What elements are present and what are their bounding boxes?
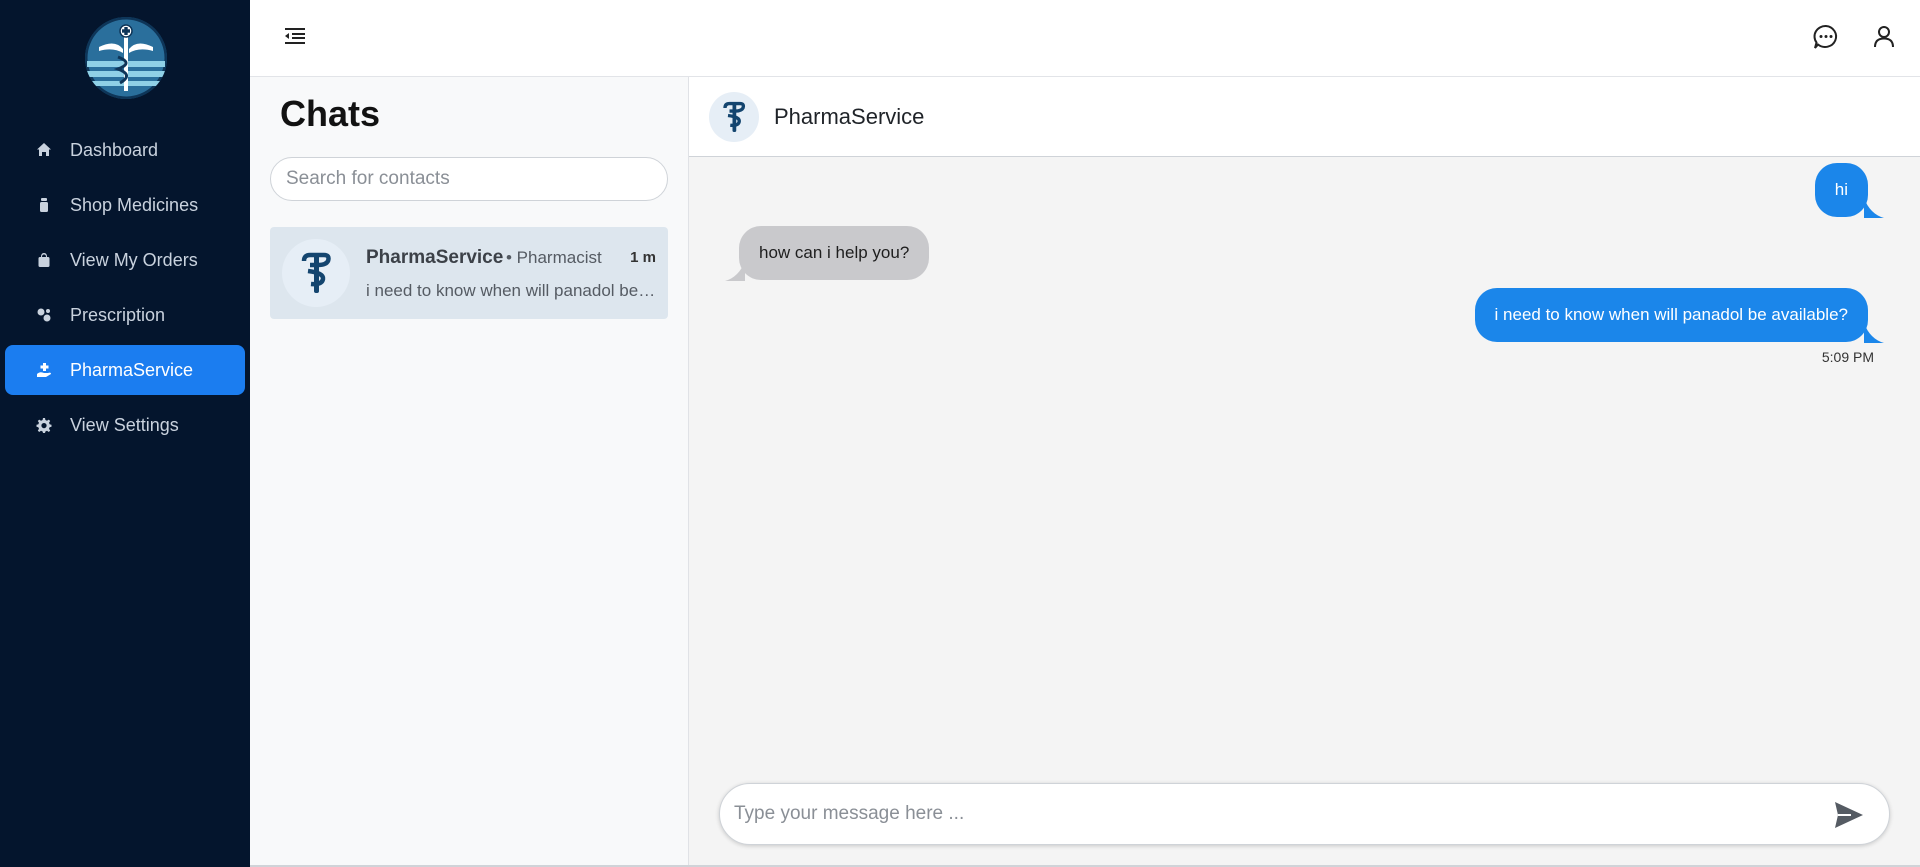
home-icon	[35, 141, 53, 159]
message-text: how can i help you?	[759, 243, 910, 262]
sidebar-item-view-my-orders[interactable]: View My Orders	[5, 235, 245, 285]
message-bubble-outgoing: hi	[1814, 163, 1868, 217]
sidebar-nav: Dashboard Shop Medicines View My Orders …	[5, 125, 245, 455]
shopping-bag-icon	[35, 251, 53, 269]
chats-title: Chats	[280, 93, 381, 134]
sidebar-item-label: Dashboard	[70, 139, 159, 160]
search-contacts-input[interactable]	[270, 157, 668, 201]
pharmacy-app: Dashboard Shop Medicines View My Orders …	[0, 0, 1920, 867]
caduceus-icon	[301, 252, 331, 293]
pills-icon	[35, 306, 53, 324]
caduceus-logo[interactable]	[85, 17, 167, 99]
sidebar-item-label: View My Orders	[70, 249, 198, 270]
message-composer	[719, 783, 1890, 845]
avatar	[709, 92, 759, 142]
sidebar-item-label: Prescription	[70, 304, 166, 325]
contact-list-item[interactable]: PharmaService • Pharmacist 1 m i need to…	[270, 227, 668, 319]
contact-time: 1 m	[630, 249, 656, 266]
sidebar-item-dashboard[interactable]: Dashboard	[5, 125, 245, 175]
sidebar-item-label: PharmaService	[70, 359, 194, 380]
conversation-panel: PharmaService hi how can i help you? i n…	[689, 77, 1920, 865]
sidebar-item-label: Shop Medicines	[70, 194, 199, 215]
avatar	[282, 239, 350, 307]
contact-name: PharmaService	[366, 247, 504, 268]
caduceus-icon	[723, 101, 746, 132]
gear-icon	[35, 416, 53, 434]
contact-last-message: i need to know when will panadol be avai…	[366, 281, 656, 300]
message-input[interactable]	[734, 794, 1814, 834]
conversation-contact-name: PharmaService	[774, 104, 925, 129]
sidebar-item-pharmaservice[interactable]: PharmaService	[5, 345, 245, 395]
sidebar: Dashboard Shop Medicines View My Orders …	[0, 0, 250, 867]
sidebar-item-shop-medicines[interactable]: Shop Medicines	[5, 180, 245, 230]
bubble-tail	[1864, 323, 1884, 343]
sidebar-item-label: View Settings	[70, 414, 179, 435]
bubble-tail	[1864, 198, 1884, 218]
message-timestamp: 5:09 PM	[1821, 349, 1874, 365]
medicine-bottle-icon	[35, 196, 53, 214]
contact-role: • Pharmacist	[506, 248, 602, 267]
menu-indent-icon[interactable]	[284, 26, 306, 46]
message-text: hi	[1834, 180, 1848, 199]
message-text: i need to know when will panadol be avai…	[1494, 305, 1848, 324]
top-bar	[250, 0, 1920, 77]
message-bubble-incoming: how can i help you?	[739, 226, 930, 280]
chats-panel: Chats PharmaService • Pharmacist 1 m i n…	[250, 77, 689, 865]
chat-bubble-icon[interactable]	[1812, 23, 1840, 51]
user-icon[interactable]	[1870, 23, 1898, 51]
bubble-tail	[725, 261, 745, 281]
conversation-header: PharmaService	[689, 77, 1920, 157]
send-icon[interactable]	[1833, 800, 1865, 830]
hand-holding-medical-icon	[35, 361, 53, 379]
sidebar-item-prescription[interactable]: Prescription	[5, 290, 245, 340]
message-bubble-outgoing: i need to know when will panadol be avai…	[1474, 288, 1868, 342]
sidebar-item-view-settings[interactable]: View Settings	[5, 400, 245, 450]
